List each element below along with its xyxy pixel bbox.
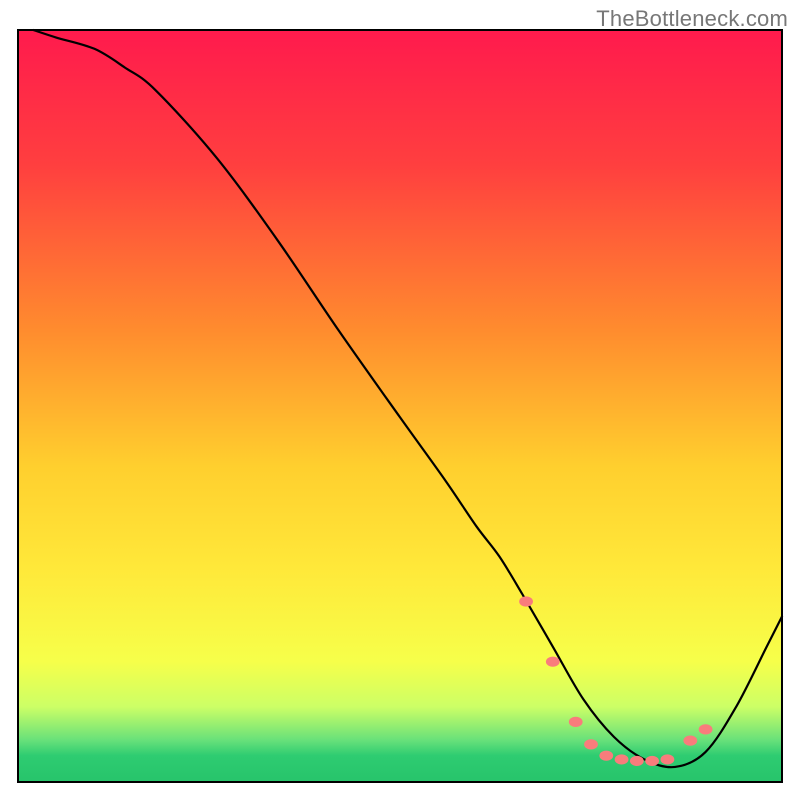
optimal-point-marker [569,717,583,727]
plot-background [18,30,782,782]
optimal-point-marker [546,657,560,667]
optimal-point-marker [683,736,697,746]
optimal-point-marker [630,756,644,766]
watermark-text: TheBottleneck.com [596,6,788,32]
chart-plot [0,0,800,800]
optimal-point-marker [519,596,533,606]
chart-container: TheBottleneck.com [0,0,800,800]
optimal-point-marker [699,724,713,734]
optimal-point-marker [599,751,613,761]
optimal-point-marker [661,754,675,764]
optimal-point-marker [615,754,629,764]
optimal-point-marker [645,756,659,766]
optimal-point-marker [584,739,598,749]
